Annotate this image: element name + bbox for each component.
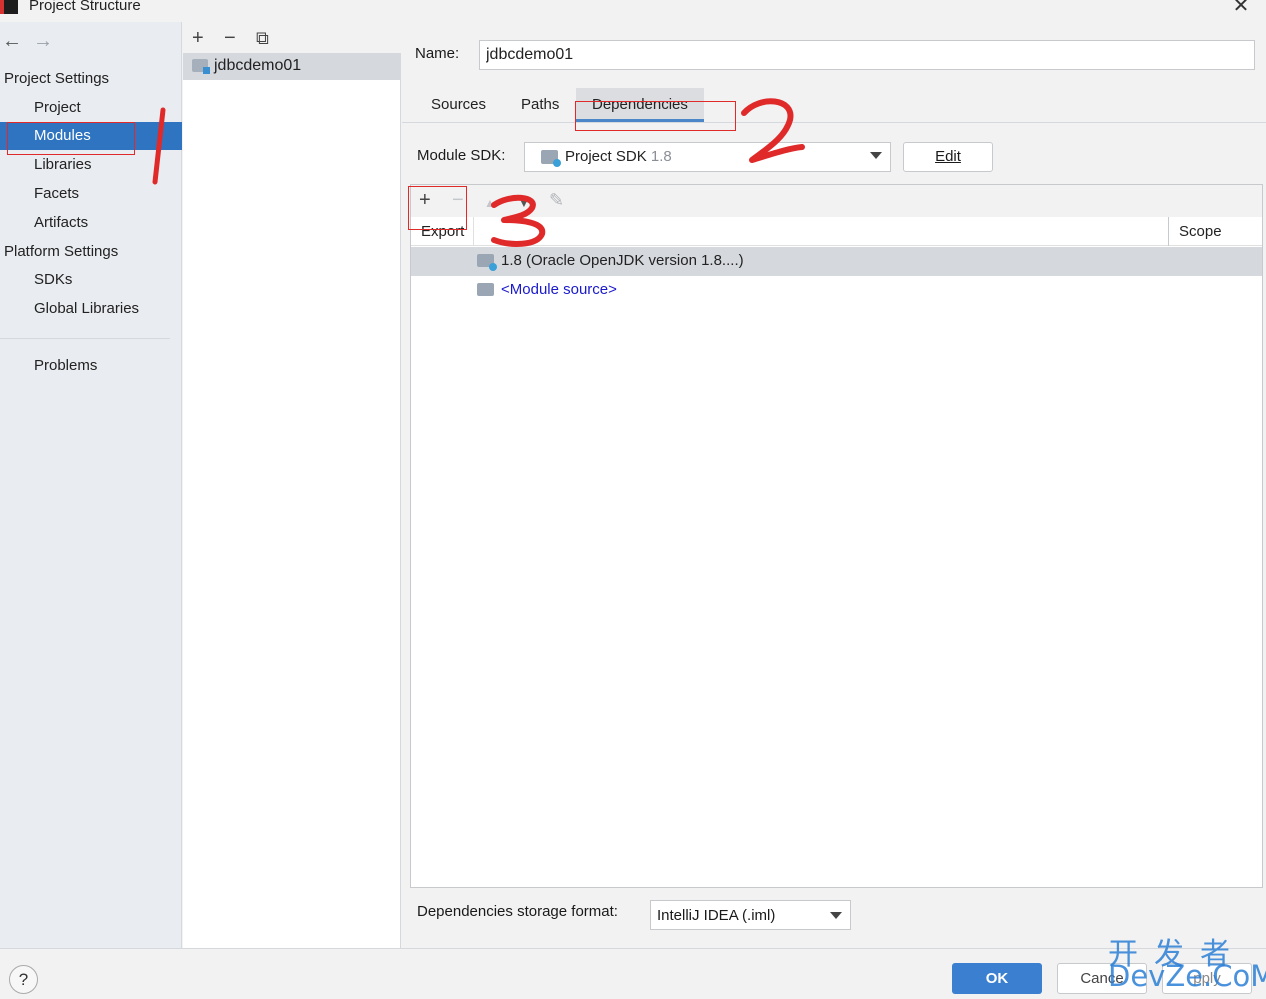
chevron-down-icon xyxy=(830,912,842,919)
dependency-label: 1.8 (Oracle OpenJDK version 1.8....) xyxy=(501,252,744,269)
platform-settings-heading: Platform Settings xyxy=(4,243,119,260)
remove-module-icon[interactable]: − xyxy=(224,28,236,48)
move-down-icon[interactable]: ▼ xyxy=(518,193,530,213)
tab-paths[interactable]: Paths xyxy=(505,88,575,122)
column-separator xyxy=(473,217,474,246)
window-title: Project Structure xyxy=(29,0,141,14)
title-bar: Project Structure ✕ xyxy=(0,0,1266,22)
question-icon: ? xyxy=(18,970,29,989)
module-list-toolbar: + − ⧉ xyxy=(183,22,401,53)
edit-sdk-button[interactable]: Edit xyxy=(903,142,993,172)
dependency-label: <Module source> xyxy=(501,281,617,298)
jdk-folder-icon xyxy=(477,254,497,271)
column-separator[interactable] xyxy=(1168,217,1169,246)
module-sdk-select[interactable]: Project SDK 1.8 xyxy=(524,142,891,172)
dialog-footer: ? OK Cance pply xyxy=(0,948,1266,999)
module-list-panel: + − ⧉ jdbcdemo01 xyxy=(183,22,401,948)
edit-pencil-icon[interactable]: ✎ xyxy=(549,190,564,210)
column-header-scope[interactable]: Scope xyxy=(1179,223,1222,240)
cancel-button[interactable]: Cance xyxy=(1057,963,1147,994)
dependency-row-module-source[interactable]: <Module source> xyxy=(411,276,1262,305)
module-list-item[interactable]: jdbcdemo01 xyxy=(183,53,401,80)
move-up-icon[interactable]: ▲ xyxy=(484,193,496,213)
dependencies-toolbar: + − ▲ ▼ ✎ xyxy=(411,185,1262,217)
tab-dependencies[interactable]: Dependencies xyxy=(576,88,704,122)
project-settings-heading: Project Settings xyxy=(4,70,110,87)
module-name-input[interactable] xyxy=(479,40,1255,70)
remove-dependency-icon[interactable]: − xyxy=(452,190,464,210)
sdk-version: 1.8 xyxy=(650,148,672,165)
help-button[interactable]: ? xyxy=(9,965,38,994)
forward-arrow-icon[interactable]: → xyxy=(33,30,53,53)
dependencies-header: Export Scope xyxy=(411,217,1262,246)
intellij-app-icon xyxy=(0,0,18,14)
add-module-icon[interactable]: + xyxy=(192,28,204,48)
storage-format-value: IntelliJ IDEA (.iml) xyxy=(657,907,776,924)
column-header-export[interactable]: Export xyxy=(421,223,464,240)
nav-item-artifacts[interactable]: Artifacts xyxy=(0,209,182,237)
back-arrow-icon[interactable]: ← xyxy=(2,30,22,53)
settings-nav: ← → Project Settings Project Modules Lib… xyxy=(0,22,182,948)
storage-format-label: Dependencies storage format: xyxy=(417,903,618,920)
sdk-name: Project SDK xyxy=(565,148,647,165)
nav-item-modules[interactable]: Modules xyxy=(0,122,182,150)
nav-item-sdks[interactable]: SDKs xyxy=(0,266,182,294)
module-folder-icon xyxy=(192,59,210,74)
ok-button[interactable]: OK xyxy=(952,963,1042,994)
dependencies-table: + − ▲ ▼ ✎ Export Scope 1.8 (Oracle OpenJ… xyxy=(410,184,1263,888)
nav-item-problems[interactable]: Problems xyxy=(0,352,182,380)
module-name-label: jdbcdemo01 xyxy=(214,57,302,74)
nav-item-libraries[interactable]: Libraries xyxy=(0,151,182,179)
dependency-row-jdk[interactable]: 1.8 (Oracle OpenJDK version 1.8....) xyxy=(411,247,1262,276)
nav-divider xyxy=(0,338,170,339)
close-button[interactable]: ✕ xyxy=(1228,0,1254,18)
apply-button[interactable]: pply xyxy=(1162,963,1252,994)
nav-item-global-libraries[interactable]: Global Libraries xyxy=(0,295,182,323)
nav-item-project[interactable]: Project xyxy=(0,94,182,122)
add-dependency-icon[interactable]: + xyxy=(419,190,431,210)
module-details-panel: Name: Sources Paths Dependencies Module … xyxy=(402,22,1266,948)
name-label: Name: xyxy=(415,45,460,62)
chevron-down-icon xyxy=(870,152,882,159)
module-sdk-label: Module SDK: xyxy=(417,147,506,164)
nav-item-facets[interactable]: Facets xyxy=(0,180,182,208)
source-folder-icon xyxy=(477,283,494,296)
tab-sources[interactable]: Sources xyxy=(415,88,502,122)
storage-format-select[interactable]: IntelliJ IDEA (.iml) xyxy=(650,900,851,930)
copy-module-icon[interactable]: ⧉ xyxy=(256,28,269,48)
tab-divider xyxy=(402,122,1266,123)
sdk-value: Project SDK 1.8 xyxy=(565,148,672,165)
sdk-folder-icon xyxy=(541,150,561,167)
close-icon: ✕ xyxy=(1232,0,1250,17)
